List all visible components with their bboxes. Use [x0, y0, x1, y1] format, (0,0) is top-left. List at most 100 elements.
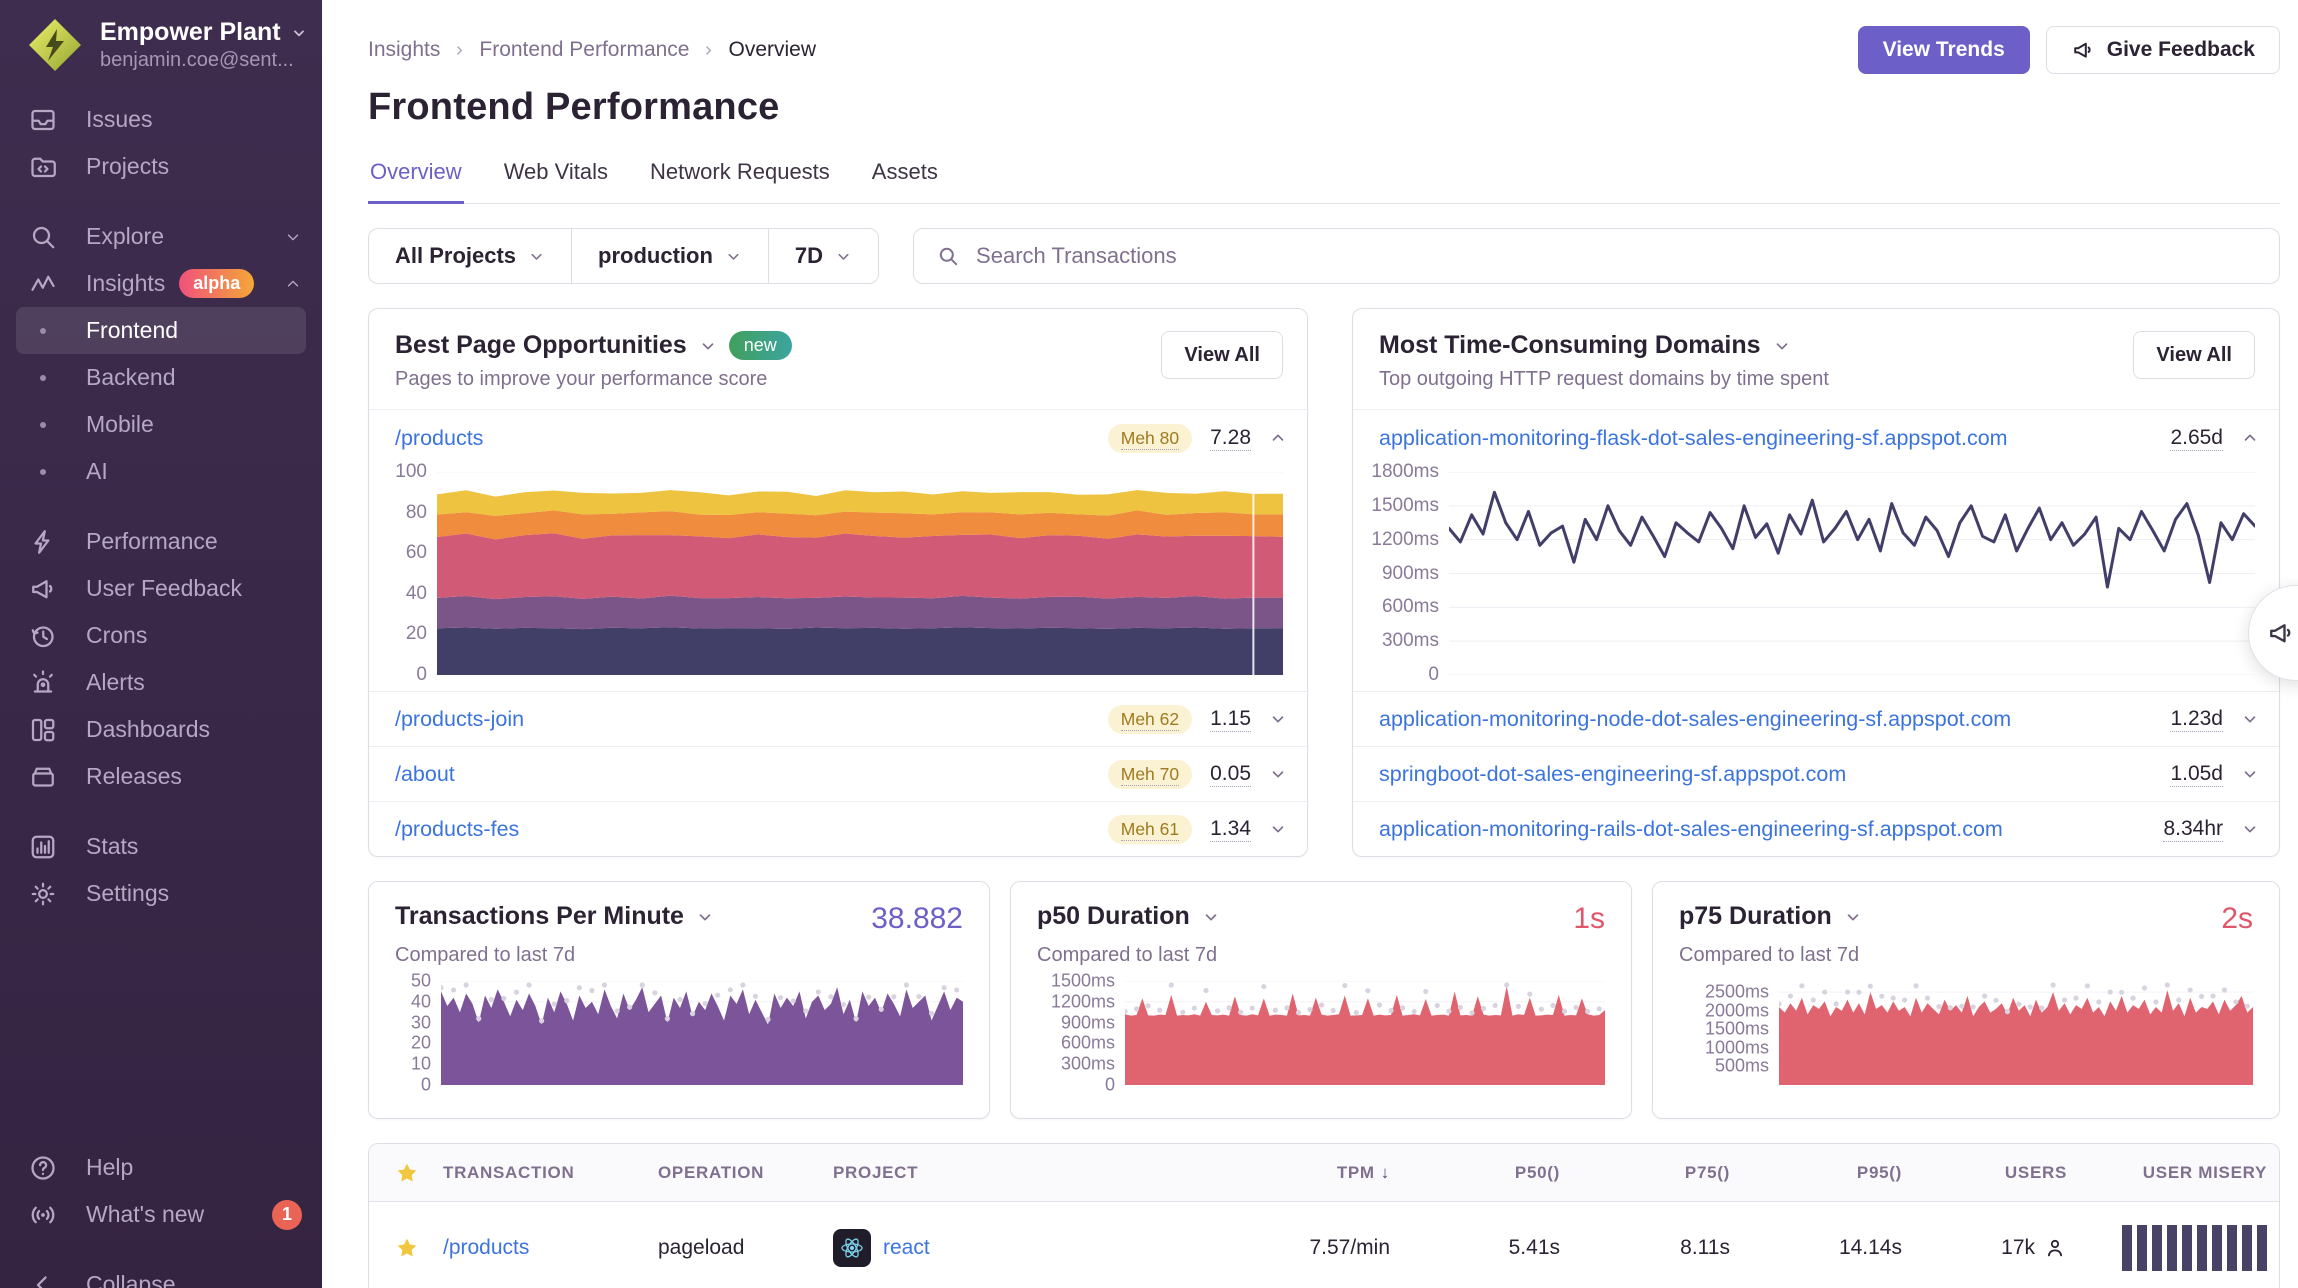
tab-network-requests[interactable]: Network Requests: [648, 155, 832, 204]
sidebar-item-help[interactable]: Help: [0, 1144, 322, 1191]
flask-domain-svg: [1449, 472, 2255, 675]
chevron-down-icon[interactable]: [1202, 908, 1220, 926]
transaction-link[interactable]: /about: [395, 762, 455, 787]
axis-tick: 0: [416, 664, 427, 686]
misery-bar: [2242, 1225, 2252, 1271]
score-badge[interactable]: Meh 62: [1108, 705, 1192, 734]
environment-filter[interactable]: production: [571, 229, 768, 283]
sidebar-item-user-feedback[interactable]: User Feedback: [0, 565, 322, 612]
transaction-link[interactable]: /products: [443, 1236, 529, 1259]
column-header-users[interactable]: USERS: [1914, 1163, 2079, 1183]
sidebar-item-collapse[interactable]: Collapse: [0, 1261, 322, 1288]
view-trends-button[interactable]: View Trends: [1858, 26, 2030, 74]
transaction-link[interactable]: application-monitoring-node-dot-sales-en…: [1379, 707, 2011, 732]
chevron-up-icon[interactable]: [1269, 429, 1287, 447]
sidebar-item-insights[interactable]: Insightsalpha: [0, 260, 322, 307]
area-chart: [1779, 981, 2253, 1085]
chevron-down-icon[interactable]: [1844, 908, 1862, 926]
transaction-link[interactable]: springboot-dot-sales-engineering-sf.apps…: [1379, 762, 1846, 787]
project-link[interactable]: react: [883, 1236, 930, 1260]
chevron-down-icon[interactable]: [1269, 710, 1287, 728]
layout-grid-icon: [28, 715, 58, 745]
sidebar-item-explore[interactable]: Explore: [0, 213, 322, 260]
column-header-tpm[interactable]: TPM↓: [1232, 1163, 1402, 1183]
view-all-button[interactable]: View All: [1161, 331, 1283, 379]
sidebar-item-frontend[interactable]: Frontend: [16, 307, 306, 354]
chevron-down-icon[interactable]: [2241, 765, 2259, 783]
misery-bar: [2137, 1225, 2147, 1271]
chevron-down-icon[interactable]: [1269, 820, 1287, 838]
sidebar-item-what-s-new[interactable]: What's new1: [0, 1191, 322, 1238]
search-input[interactable]: [976, 243, 2257, 269]
chevron-down-icon[interactable]: [1773, 337, 1791, 355]
search-icon: [936, 244, 960, 268]
sidebar-item-projects[interactable]: Projects: [0, 143, 322, 190]
date-range-filter[interactable]: 7D: [768, 229, 878, 283]
y-axis: 2500ms2000ms1500ms1000ms500ms: [1679, 981, 1779, 1085]
table-row: /productspageloadreact7.57/min5.41s8.11s…: [369, 1202, 2279, 1288]
score-badge[interactable]: Meh 61: [1108, 815, 1192, 844]
column-header-project[interactable]: PROJECT: [821, 1163, 1232, 1183]
column-header-user-misery[interactable]: USER MISERY: [2079, 1163, 2279, 1183]
give-feedback-button[interactable]: Give Feedback: [2046, 26, 2280, 74]
sidebar-item-ai[interactable]: AI: [16, 448, 306, 495]
sidebar-item-backend[interactable]: Backend: [16, 354, 306, 401]
chevron-down-icon[interactable]: [2241, 820, 2259, 838]
chevron-up-icon[interactable]: [2241, 429, 2259, 447]
tab-assets[interactable]: Assets: [870, 155, 940, 204]
row-value[interactable]: 1.05d: [2170, 762, 2223, 786]
broadcast-icon: [28, 1200, 58, 1230]
column-header-p50[interactable]: P50(): [1402, 1163, 1572, 1183]
sidebar-item-stats[interactable]: Stats: [0, 823, 322, 870]
sidebar-item-settings[interactable]: Settings: [0, 870, 322, 917]
tab-overview[interactable]: Overview: [368, 155, 464, 204]
score-badge[interactable]: Meh 80: [1108, 424, 1192, 453]
chevron-down-icon[interactable]: [1269, 765, 1287, 783]
sidebar-item-alerts[interactable]: Alerts: [0, 659, 322, 706]
row-value[interactable]: 1.23d: [2170, 707, 2223, 731]
chevron-down-icon: [528, 248, 545, 265]
notification-badge: 1: [272, 1200, 302, 1230]
sidebar-item-crons[interactable]: Crons: [0, 612, 322, 659]
row-value[interactable]: 1.34: [1210, 817, 1251, 841]
column-header-p75[interactable]: P75(): [1572, 1163, 1742, 1183]
column-header-operation[interactable]: OPERATION: [646, 1163, 821, 1183]
chevron-down-icon[interactable]: [696, 908, 714, 926]
column-header-transaction[interactable]: TRANSACTION: [431, 1163, 646, 1183]
row-value[interactable]: 8.34hr: [2163, 817, 2223, 841]
sidebar-item-dashboards[interactable]: Dashboards: [0, 706, 322, 753]
org-email: benjamin.coe@sent...: [100, 49, 307, 72]
sidebar-item-releases[interactable]: Releases: [0, 753, 322, 800]
axis-tick: 500ms: [1715, 1056, 1769, 1077]
row-value[interactable]: 0.05: [1210, 762, 1251, 786]
star-icon[interactable]: [369, 1236, 431, 1260]
axis-tick: 0: [1428, 664, 1439, 686]
sidebar-item-issues[interactable]: Issues: [0, 96, 322, 143]
row-value[interactable]: 2.65d: [2170, 426, 2223, 450]
transaction-link[interactable]: application-monitoring-rails-dot-sales-e…: [1379, 817, 2003, 842]
transaction-link[interactable]: application-monitoring-flask-dot-sales-e…: [1379, 426, 2008, 451]
chevron-down-icon[interactable]: [2241, 710, 2259, 728]
list-item: application-monitoring-node-dot-sales-en…: [1353, 691, 2279, 746]
column-header-p95[interactable]: P95(): [1742, 1163, 1914, 1183]
sidebar-item-mobile[interactable]: Mobile: [16, 401, 306, 448]
list-item: application-monitoring-rails-dot-sales-e…: [1353, 801, 2279, 856]
transaction-cell: /products: [431, 1236, 646, 1260]
user-misery-cell: [2079, 1225, 2279, 1271]
breadcrumb-frontend-performance[interactable]: Frontend Performance: [479, 38, 689, 62]
transaction-link[interactable]: /products-join: [395, 707, 524, 732]
view-all-button[interactable]: View All: [2133, 331, 2255, 379]
transaction-link[interactable]: /products-fes: [395, 817, 519, 842]
row-value[interactable]: 1.15: [1210, 707, 1251, 731]
chevron-down-icon[interactable]: [699, 337, 717, 355]
breadcrumb-insights[interactable]: Insights: [368, 38, 440, 62]
tab-web-vitals[interactable]: Web Vitals: [502, 155, 610, 204]
project-filter[interactable]: All Projects: [369, 229, 571, 283]
score-badge[interactable]: Meh 70: [1108, 760, 1192, 789]
p50-panel: p50 Duration 1s Compared to last 7d 1500…: [1010, 881, 1632, 1119]
org-switcher[interactable]: Empower Plant benjamin.coe@sent...: [0, 0, 322, 86]
sidebar-item-performance[interactable]: Performance: [0, 518, 322, 565]
transaction-link[interactable]: /products: [395, 426, 483, 451]
row-value[interactable]: 7.28: [1210, 426, 1251, 450]
star-icon[interactable]: [369, 1161, 431, 1185]
